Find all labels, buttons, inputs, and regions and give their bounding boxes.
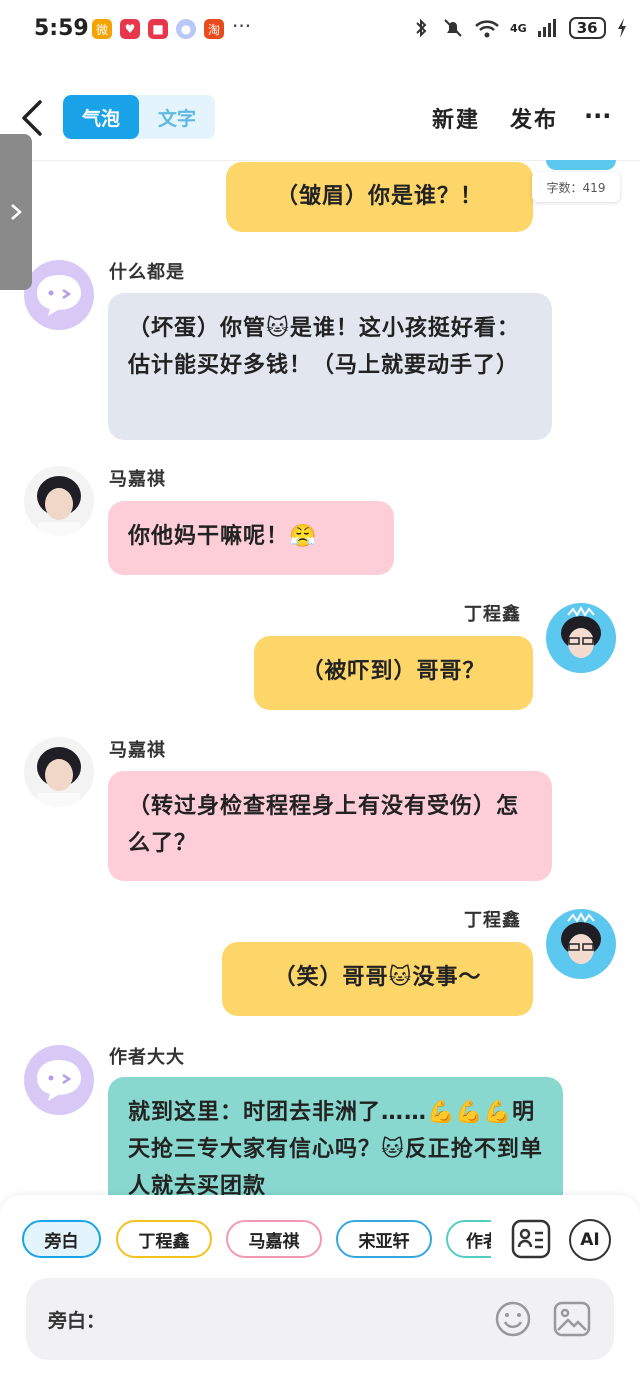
header-divider — [0, 160, 640, 161]
app-red-heart-icon: ♥ — [120, 19, 140, 39]
more-menu-button[interactable]: ··· — [584, 102, 611, 130]
chat-bubble-icon — [37, 1060, 81, 1101]
avatar-ma-jiaqi[interactable] — [24, 737, 94, 807]
side-drawer-handle[interactable] — [0, 134, 32, 290]
message-bubble-6[interactable]: （笑）哥哥🐱没事～ — [222, 942, 533, 1016]
avatar-partial — [546, 160, 616, 170]
avatar-ding-chengxin[interactable] — [546, 909, 616, 979]
role-chip-ding-chengxin[interactable]: 丁程鑫 — [116, 1220, 212, 1258]
message-bubble-4[interactable]: （被吓到）哥哥？ — [254, 636, 533, 710]
role-chip-ma-jiaqi[interactable]: 马嘉祺 — [226, 1220, 322, 1258]
tab-text[interactable]: 文字 — [139, 95, 215, 139]
role-chip-clip: 作者 — [446, 1218, 491, 1262]
battery-level: 36 — [568, 17, 606, 39]
status-time: 5:59 — [34, 16, 89, 41]
chevron-right-icon — [11, 204, 22, 220]
more-notifications-icon: ··· — [232, 14, 252, 38]
avatar-ding-chengxin[interactable] — [546, 603, 616, 673]
ai-button[interactable]: AI — [569, 1219, 611, 1261]
message-bubble-5[interactable]: （转过身检查程程身上有没有受伤）怎么了？ — [108, 771, 552, 881]
publish-button[interactable]: 发布 — [510, 102, 558, 134]
role-chip-author[interactable]: 作者 — [446, 1220, 491, 1258]
person-photo-icon — [37, 476, 81, 536]
message-bubble-7[interactable]: 就到这里：时团去非洲了……💪💪💪明天抢三专大家有信心吗？🐱反正抢不到单人就去买团… — [108, 1077, 563, 1195]
huawei-mall-icon: ■ — [148, 19, 168, 39]
message-bubble-3[interactable]: 你他妈干嘛呢！😤 — [108, 501, 394, 575]
word-count: 字数：419 — [532, 172, 620, 202]
message-bubble-2[interactable]: （坏蛋）你管🐱是谁！这小孩挺好看：估计能买好多钱！（马上就要动手了） — [108, 293, 552, 440]
speaker-name: 丁程鑫 — [464, 604, 521, 625]
weibo-icon: 微 — [92, 19, 112, 39]
color-ball-icon: ● — [176, 19, 196, 39]
avatar-author[interactable] — [24, 1045, 94, 1115]
charging-icon — [617, 18, 626, 38]
view-mode-toggle[interactable]: 气泡 文字 — [63, 95, 215, 139]
chat-bubble-icon — [37, 275, 81, 316]
tab-bubble[interactable]: 气泡 — [63, 95, 139, 139]
avatar-ma-jiaqi[interactable] — [24, 466, 94, 536]
person-photo-icon — [561, 911, 601, 964]
image-picker-icon[interactable] — [552, 1300, 592, 1338]
bluetooth-icon — [416, 18, 427, 38]
speaker-name: 马嘉祺 — [109, 469, 166, 490]
speaker-name: 马嘉祺 — [109, 740, 166, 761]
notification-icons: 微 ♥ ■ ● 淘 — [92, 19, 224, 39]
character-manage-icon[interactable] — [510, 1218, 552, 1260]
message-input[interactable]: 旁白： — [26, 1278, 614, 1360]
input-placeholder: 旁白： — [48, 1310, 106, 1332]
taobao-icon: 淘 — [204, 19, 224, 39]
message-clip: 就到这里：时团去非洲了……💪💪💪明天抢三专大家有信心吗？🐱反正抢不到单人就去买团… — [108, 1077, 563, 1195]
back-arrow-icon[interactable] — [18, 98, 46, 138]
new-button[interactable]: 新建 — [432, 102, 480, 134]
person-photo-icon — [37, 747, 81, 807]
system-status: 4G 36 — [410, 17, 628, 39]
role-chip-song-yaxuan[interactable]: 宋亚轩 — [336, 1220, 432, 1258]
status-bar: 5:59 微 ♥ ■ ● 淘 ··· 4G 36 — [0, 0, 640, 60]
speaker-name: 丁程鑫 — [464, 910, 521, 931]
mute-bell-icon — [444, 19, 462, 37]
speaker-name: 什么都是 — [109, 262, 185, 283]
person-photo-icon — [561, 605, 601, 658]
role-chip-narrator[interactable]: 旁白 — [22, 1220, 101, 1258]
avatar-narrator[interactable] — [24, 260, 94, 330]
signal-icon — [537, 19, 556, 37]
message-bubble-1[interactable]: （皱眉）你是谁？！ — [226, 162, 533, 232]
wifi-icon — [475, 20, 499, 38]
emoji-icon[interactable] — [494, 1300, 532, 1338]
speaker-name: 作者大大 — [109, 1047, 185, 1068]
network-type: 4G — [510, 21, 527, 35]
